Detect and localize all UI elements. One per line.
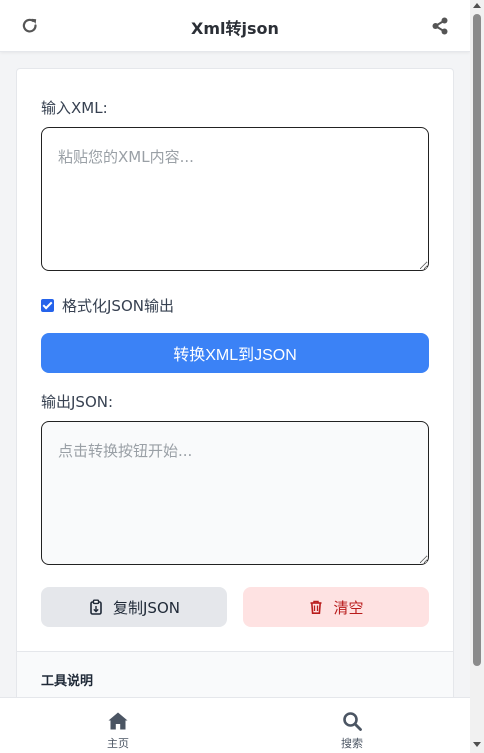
scroll-down-arrow-icon[interactable] — [473, 742, 481, 747]
scroll-up-arrow-icon[interactable] — [473, 3, 481, 8]
input-xml-label: 输入XML: — [41, 99, 108, 117]
home-icon — [108, 712, 128, 730]
top-bar: Xml转json — [0, 0, 470, 52]
nav-label-home: 主页 — [107, 737, 129, 750]
format-json-label[interactable]: 格式化JSON输出 — [62, 295, 174, 316]
app-window: Xml转json 输入XML: 格式化JSON输出 转换XML到JSON 输出J… — [0, 0, 470, 753]
nav-label-search: 搜索 — [341, 737, 363, 750]
copy-json-button[interactable]: 复制JSON — [41, 587, 227, 627]
format-json-checkbox[interactable] — [41, 298, 54, 312]
copy-json-label: 复制JSON — [113, 598, 180, 617]
bottom-navigation: 主页 搜索 — [0, 697, 470, 753]
xml-input-textarea[interactable] — [41, 127, 429, 271]
scrollbar-thumb[interactable] — [473, 14, 481, 666]
converter-card: 输入XML: 格式化JSON输出 转换XML到JSON 输出JSON: 复制JS… — [16, 68, 454, 709]
clear-button[interactable]: 清空 — [243, 587, 429, 627]
trash-icon — [310, 600, 322, 614]
share-icon[interactable] — [430, 16, 450, 36]
nav-item-home[interactable]: 主页 — [88, 710, 148, 751]
convert-button[interactable]: 转换XML到JSON — [41, 333, 429, 373]
json-output-textarea[interactable] — [41, 421, 429, 565]
output-json-label: 输出JSON: — [41, 393, 114, 411]
vertical-scrollbar[interactable] — [470, 0, 484, 753]
tool-description-title: 工具说明 — [41, 674, 94, 689]
search-icon — [343, 712, 362, 731]
format-option[interactable]: 格式化JSON输出 — [41, 295, 174, 315]
clipboard-icon — [90, 599, 102, 615]
nav-item-search[interactable]: 搜索 — [322, 710, 382, 751]
page-title: Xml转json — [191, 19, 279, 38]
clear-label: 清空 — [333, 598, 364, 617]
